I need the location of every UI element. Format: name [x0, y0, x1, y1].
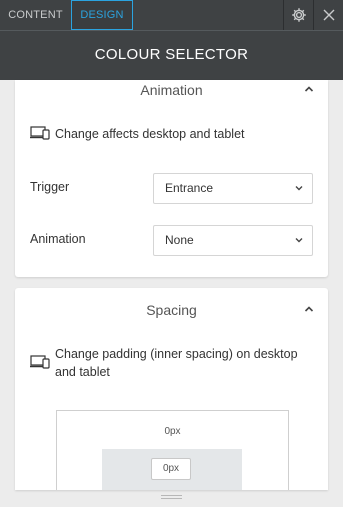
animation-label: Animation [30, 232, 86, 246]
chevron-down-icon [295, 238, 303, 243]
padding-top-value[interactable]: 0px [57, 426, 288, 437]
chevron-down-icon [295, 186, 303, 191]
animation-select[interactable]: None [153, 225, 313, 256]
page-title: COLOUR SELECTOR [94, 46, 249, 63]
settings-button[interactable] [283, 0, 313, 30]
animation-panel: Animation Change affects desktop and tab… [15, 80, 328, 277]
chevron-up-icon[interactable] [304, 85, 314, 93]
trigger-select[interactable]: Entrance [153, 173, 313, 204]
tab-content[interactable]: CONTENT [0, 0, 71, 30]
spacing-panel: Spacing Change padding (inner spacing) o… [15, 288, 328, 490]
trigger-value: Entrance [165, 181, 214, 195]
panel-header: COLOUR SELECTOR [0, 30, 343, 80]
desktop-tablet-icon [30, 355, 50, 369]
desktop-tablet-icon [30, 126, 50, 140]
gear-icon [291, 8, 306, 22]
spacing-section-title[interactable]: Spacing [15, 302, 328, 318]
device-note-text: Change affects desktop and tablet [55, 127, 245, 141]
close-icon [323, 9, 334, 21]
padding-inner-input[interactable]: 0px [151, 458, 191, 480]
padding-editor: 0px 0px [56, 410, 289, 490]
animation-section-title[interactable]: Animation [15, 82, 328, 98]
spacing-device-note: Change padding (inner spacing) on deskto… [30, 345, 314, 381]
close-button[interactable] [313, 0, 343, 30]
trigger-label: Trigger [30, 180, 70, 194]
resize-handle[interactable] [161, 495, 182, 501]
animation-value: None [165, 233, 194, 247]
chevron-up-icon[interactable] [304, 305, 314, 313]
top-bar: CONTENT DESIGN [0, 0, 343, 30]
device-note: Change affects desktop and tablet [30, 125, 314, 143]
spacing-note-text: Change padding (inner spacing) on deskto… [55, 347, 298, 379]
tab-design[interactable]: DESIGN [71, 0, 133, 30]
padding-inner-area: 0px [102, 449, 242, 490]
